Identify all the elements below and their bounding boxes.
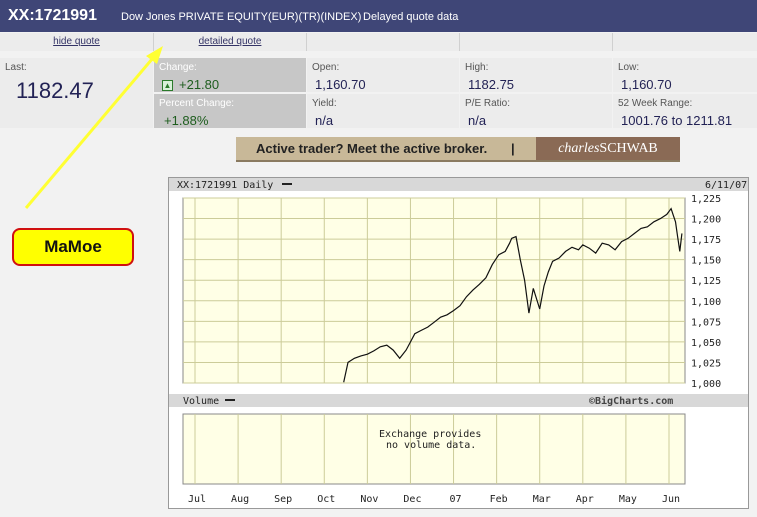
- x-tick-label: Mar: [533, 494, 551, 505]
- high-cell: High: 1182.75: [460, 58, 612, 92]
- x-tick-label: Nov: [360, 494, 378, 505]
- y-tick-label: 1,075: [691, 317, 721, 328]
- volume-note-line2: no volume data.: [386, 440, 476, 451]
- percent-change-cell: Percent Change: +1.88%: [154, 94, 306, 128]
- low-cell: Low: 1,160.70: [613, 58, 757, 92]
- change-value: +21.80: [179, 77, 220, 92]
- legend-line-icon: [282, 183, 292, 185]
- price-chart-svg: XX:1721991 Daily 6/11/07 1,000 1,025 1,050…: [169, 178, 748, 505]
- high-label: High:: [465, 62, 489, 73]
- pe-ratio-cell: P/E Ratio: n/a: [460, 94, 612, 128]
- delay-note: Delayed quote data: [363, 11, 459, 23]
- x-tick-label: May: [619, 494, 637, 505]
- week-range-label: 52 Week Range:: [618, 98, 693, 109]
- x-tick-label: Jun: [662, 494, 680, 505]
- change-label: Change:: [159, 62, 197, 73]
- percent-change-label: Percent Change:: [159, 98, 235, 109]
- mamoe-callout: MaMoe: [12, 228, 134, 266]
- bigcharts-source: ©BigCharts.com: [589, 395, 673, 407]
- volume-legend-icon: [225, 399, 235, 401]
- volume-note-line1: Exchange provides: [379, 429, 481, 440]
- schwab-logo: charlesSCHWAB: [536, 137, 680, 160]
- x-tick-label: 07: [450, 494, 462, 505]
- empty-link-cell: [613, 33, 757, 51]
- quote-header: XX:1721991 Dow Jones PRIVATE EQUITY(EUR)…: [0, 0, 757, 32]
- index-description: Dow Jones PRIVATE EQUITY(EUR)(TR)(INDEX): [121, 11, 362, 23]
- price-plot-area: [182, 197, 686, 384]
- up-arrow-icon: ▲: [162, 80, 173, 91]
- high-value: 1182.75: [468, 77, 515, 92]
- empty-link-cell: [307, 33, 460, 51]
- y-tick-label: 1,225: [691, 194, 721, 205]
- x-tick-label: Jul: [188, 494, 206, 505]
- y-tick-label: 1,175: [691, 235, 721, 246]
- open-label: Open:: [312, 62, 340, 73]
- hide-quote-link[interactable]: hide quote: [53, 36, 100, 47]
- detailed-quote-link[interactable]: detailed quote: [199, 36, 262, 47]
- x-tick-label: Aug: [231, 494, 249, 505]
- x-tick-label: Oct: [317, 494, 335, 505]
- last-cell: Last: 1182.47: [0, 58, 153, 128]
- x-tick-labels: Jul Aug Sep Oct Nov Dec 07 Feb Mar Apr May Jun: [188, 494, 680, 505]
- quote-link-row: hide quote detailed quote: [0, 33, 757, 51]
- week-range-cell: 52 Week Range: 1001.76 to 1211.81: [613, 94, 757, 128]
- x-tick-label: Feb: [490, 494, 508, 505]
- change-value-wrap: ▲ +21.80: [162, 77, 219, 92]
- percent-change-value: +1.88%: [164, 113, 209, 128]
- y-tick-label: 1,200: [691, 215, 721, 226]
- volume-label: Volume: [183, 396, 219, 407]
- ad-separator: |: [511, 141, 515, 156]
- y-tick-label: 1,125: [691, 276, 721, 287]
- last-value: 1182.47: [16, 78, 94, 103]
- yield-value: n/a: [315, 113, 334, 128]
- brand-italic: charles: [558, 141, 600, 156]
- low-label: Low:: [618, 62, 640, 73]
- empty-link-cell: [460, 33, 613, 51]
- last-label: Last:: [5, 62, 27, 73]
- pe-ratio-value: n/a: [468, 113, 487, 128]
- brand-rest: SCHWAB: [599, 141, 658, 156]
- y-tick-labels: 1,000 1,025 1,050 1,075 1,100 1,125 1,150 1,175…: [691, 194, 721, 390]
- y-tick-label: 1,150: [691, 256, 721, 267]
- yield-cell: Yield: n/a: [307, 94, 459, 128]
- x-tick-label: Dec: [403, 494, 421, 505]
- schwab-ad-banner[interactable]: Active trader? Meet the active broker. |…: [236, 137, 680, 162]
- pe-ratio-label: P/E Ratio:: [465, 98, 511, 109]
- open-cell: Open: 1,160.70: [307, 58, 459, 92]
- change-cell: Change: ▲ +21.80: [154, 58, 306, 92]
- detailed-quote-cell: detailed quote: [154, 33, 307, 51]
- x-tick-label: Apr: [576, 494, 594, 505]
- price-chart: XX:1721991 Daily 6/11/07 1,000 1,025 1,050…: [168, 177, 749, 509]
- y-tick-label: 1,025: [691, 358, 721, 369]
- quote-panel: Last: 1182.47 Change: ▲ +21.80 Percent Ch…: [0, 58, 757, 128]
- symbol: XX:1721991: [8, 7, 97, 24]
- x-tick-label: Sep: [274, 494, 292, 505]
- hide-quote-cell: hide quote: [0, 33, 154, 51]
- chart-date: 6/11/07: [705, 180, 747, 191]
- week-range-value: 1001.76 to 1211.81: [621, 113, 733, 128]
- open-value: 1,160.70: [315, 77, 366, 92]
- low-value: 1,160.70: [621, 77, 672, 92]
- ad-text: Active trader? Meet the active broker.: [256, 141, 488, 156]
- chart-title: XX:1721991 Daily: [177, 180, 273, 191]
- y-tick-label: 1,100: [691, 297, 721, 308]
- yield-label: Yield:: [312, 98, 337, 109]
- y-tick-label: 1,000: [691, 379, 721, 390]
- y-tick-label: 1,050: [691, 338, 721, 349]
